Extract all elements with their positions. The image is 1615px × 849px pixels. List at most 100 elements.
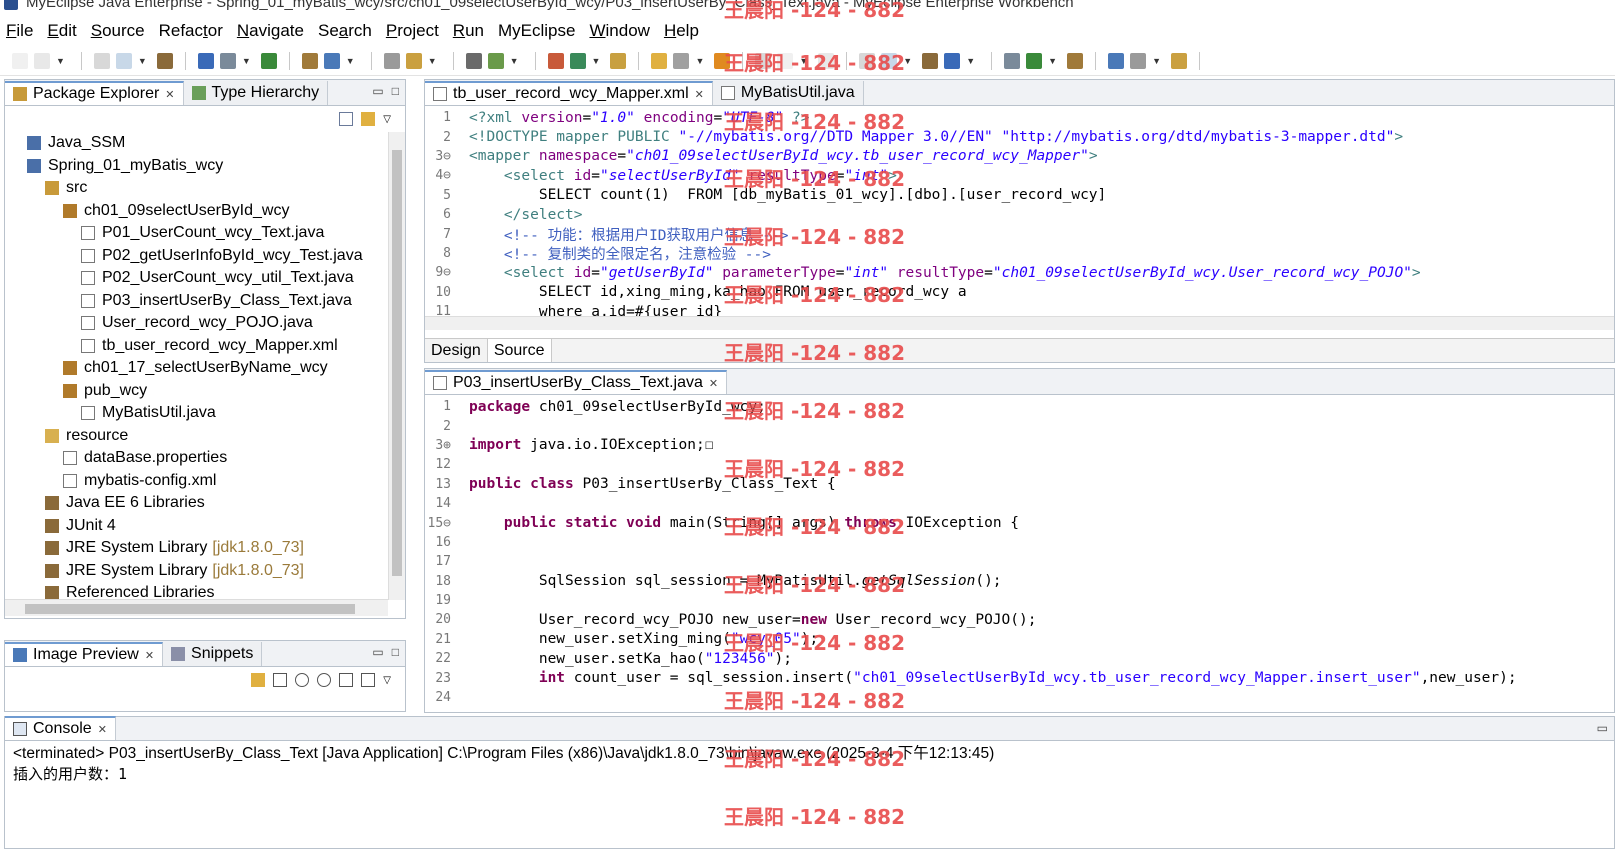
minimize-icon[interactable]: ▭: [1597, 721, 1608, 735]
code-line[interactable]: 3⊖ <mapper namespace="ch01_09selectUserBy…: [425, 147, 1614, 166]
code-line[interactable]: 20 User_record_wcy_POJO new_user=new Use…: [425, 610, 1614, 629]
code-line[interactable]: 23 int count_user = sql_session.insert("…: [425, 668, 1614, 687]
tree-item[interactable]: JRE System Library [jdk1.8.0_73]: [5, 560, 405, 583]
dropdown-arrow-icon[interactable]: ▼: [966, 56, 975, 66]
code-line[interactable]: 5 SELECT count(1) FROM [db_myBatis_01_wc…: [425, 186, 1614, 205]
zoom-out-icon[interactable]: [295, 673, 310, 687]
toolbar-button-icon[interactable]: [12, 52, 28, 69]
dropdown-arrow-icon[interactable]: ▼: [510, 56, 519, 66]
code-line[interactable]: 16: [425, 533, 1614, 552]
tree-item[interactable]: ch01_09selectUserById_wcy: [5, 200, 405, 223]
tree-item[interactable]: Java EE 6 Libraries: [5, 492, 405, 515]
code-line[interactable]: 19: [425, 591, 1614, 610]
tree-item[interactable]: P01_UserCount_wcy_Text.java: [5, 222, 405, 245]
tree-item[interactable]: Java_SSM: [5, 132, 405, 155]
toolbar-button-icon[interactable]: [610, 52, 627, 69]
toolbar-button-icon[interactable]: [569, 52, 586, 69]
dropdown-arrow-icon[interactable]: ▼: [1152, 56, 1161, 66]
tree-item[interactable]: JRE System Library [jdk1.8.0_73]: [5, 537, 405, 560]
toolbar-button-icon[interactable]: [755, 52, 772, 69]
code-line[interactable]: 24: [425, 688, 1614, 707]
tree-item[interactable]: src: [5, 177, 405, 200]
zoom-in-icon[interactable]: [317, 673, 332, 687]
tab-snippets[interactable]: Snippets: [163, 642, 263, 666]
maximize-icon[interactable]: □: [392, 645, 399, 659]
view-menu-icon[interactable]: ▽: [383, 114, 391, 125]
menu-item[interactable]: Refactor: [159, 21, 223, 41]
code-line[interactable]: 1 <?xml version="1.0" encoding="UTF-8" ?>: [425, 108, 1614, 127]
toolbar-button-icon[interactable]: [1170, 52, 1187, 69]
close-icon[interactable]: ✕: [98, 723, 107, 736]
dropdown-arrow-icon[interactable]: ▼: [903, 56, 912, 66]
dropdown-arrow-icon[interactable]: ▼: [695, 56, 704, 66]
code-line[interactable]: 8 <!-- 复制类的全限定名，注意检验 -->: [425, 244, 1614, 263]
toolbar-button-icon[interactable]: [323, 52, 340, 69]
tree-item[interactable]: Spring_01_myBatis_wcy: [5, 155, 405, 178]
dropdown-arrow-icon[interactable]: ▼: [242, 56, 251, 66]
code-line[interactable]: 9⊖ <select id="getUserById" parameterTyp…: [425, 263, 1614, 282]
close-icon[interactable]: ✕: [709, 377, 718, 390]
tree-item[interactable]: pub_wcy: [5, 380, 405, 403]
tree-item[interactable]: dataBase.properties: [5, 447, 405, 470]
link-with-editor-icon[interactable]: [361, 112, 376, 126]
tree-horizontal-scrollbar[interactable]: [5, 599, 388, 616]
toolbar-button-icon[interactable]: [777, 52, 794, 69]
tab-p03-java[interactable]: P03_insertUserBy_Class_Text.java ✕: [425, 370, 728, 394]
code-line[interactable]: 21 new_user.setXing_ming("wcy_05");: [425, 630, 1614, 649]
view-menu-icon[interactable]: ▽: [383, 675, 391, 686]
toolbar-button-icon[interactable]: [922, 52, 939, 69]
toolbar-button-icon[interactable]: [34, 52, 50, 69]
toolbar-button-icon[interactable]: [383, 52, 400, 69]
sync-icon[interactable]: [251, 673, 266, 687]
menu-item[interactable]: Window: [589, 21, 649, 41]
minimize-icon[interactable]: ▭: [372, 84, 383, 98]
dropdown-arrow-icon[interactable]: ▼: [138, 56, 147, 66]
tab-package-explorer[interactable]: Package Explorer ✕: [5, 81, 184, 105]
menu-item[interactable]: File: [6, 21, 33, 41]
toolbar-button-icon[interactable]: [405, 52, 422, 69]
menu-item[interactable]: Search: [318, 21, 372, 41]
toolbar-button-icon[interactable]: [714, 52, 731, 69]
toolbar-button-icon[interactable]: [651, 52, 668, 69]
dropdown-arrow-icon[interactable]: ▼: [592, 56, 601, 66]
tab-console[interactable]: Console ✕: [5, 716, 116, 740]
tab-mybatisutil-java[interactable]: MyBatisUtil.java: [712, 81, 864, 105]
dropdown-arrow-icon[interactable]: ▼: [56, 56, 65, 66]
code-line[interactable]: 3⊕ import java.io.IOException;☐: [425, 436, 1614, 455]
code-line[interactable]: 10 SELECT id,xing_ming,ka_hao FROM user_…: [425, 283, 1614, 302]
scrollbar-thumb[interactable]: [392, 150, 402, 576]
toolbar-button-icon[interactable]: [1067, 52, 1084, 69]
java-code-area[interactable]: 1 package ch01_09selectUserById_wcy; 2 3⊕ im…: [425, 395, 1614, 712]
toolbar-button-icon[interactable]: [93, 52, 110, 69]
toolbar-button-icon[interactable]: [673, 52, 690, 69]
code-line[interactable]: 18 SqlSession sql_session = MyBatisUtil.…: [425, 572, 1614, 591]
tree-item[interactable]: MyBatisUtil.java: [5, 402, 405, 425]
code-line[interactable]: 2 <!DOCTYPE mapper PUBLIC "-//mybatis.org…: [425, 127, 1614, 146]
code-line[interactable]: 7 <!-- 功能：根据用户ID获取用户信息 -->: [425, 224, 1614, 244]
toolbar-button-icon[interactable]: [260, 52, 277, 69]
tree-item[interactable]: mybatis-config.xml: [5, 470, 405, 493]
fit-icon[interactable]: [273, 673, 288, 687]
code-line[interactable]: 6 </select>: [425, 205, 1614, 224]
tree-item[interactable]: tb_user_record_wcy_Mapper.xml: [5, 335, 405, 358]
tab-type-hierarchy[interactable]: Type Hierarchy: [183, 81, 329, 105]
dropdown-arrow-icon[interactable]: ▼: [799, 56, 808, 66]
xml-code-area[interactable]: 1 <?xml version="1.0" encoding="UTF-8" ?>…: [425, 106, 1614, 320]
toolbar-button-icon[interactable]: [1004, 52, 1021, 69]
close-icon[interactable]: ✕: [165, 88, 174, 101]
toolbar-button-icon[interactable]: [115, 52, 132, 69]
tree-item[interactable]: P03_insertUserBy_Class_Text.java: [5, 290, 405, 313]
code-line[interactable]: 13 public class P03_insertUserBy_Class_Te…: [425, 475, 1614, 494]
tree-vertical-scrollbar[interactable]: [388, 132, 405, 600]
tree-item[interactable]: P02_UserCount_wcy_util_Text.java: [5, 267, 405, 290]
tab-design[interactable]: Design: [425, 339, 488, 362]
toolbar-button-icon[interactable]: [219, 52, 236, 69]
code-line[interactable]: 22 new_user.setKa_hao("123456");: [425, 649, 1614, 668]
code-line[interactable]: 14: [425, 494, 1614, 513]
tree-item[interactable]: User_record_wcy_POJO.java: [5, 312, 405, 335]
menu-item[interactable]: Navigate: [237, 21, 304, 41]
toolbar-button-icon[interactable]: [944, 52, 961, 69]
menu-item[interactable]: Project: [386, 21, 439, 41]
dropdown-arrow-icon[interactable]: ▼: [346, 56, 355, 66]
actual-size-icon[interactable]: [339, 673, 354, 687]
